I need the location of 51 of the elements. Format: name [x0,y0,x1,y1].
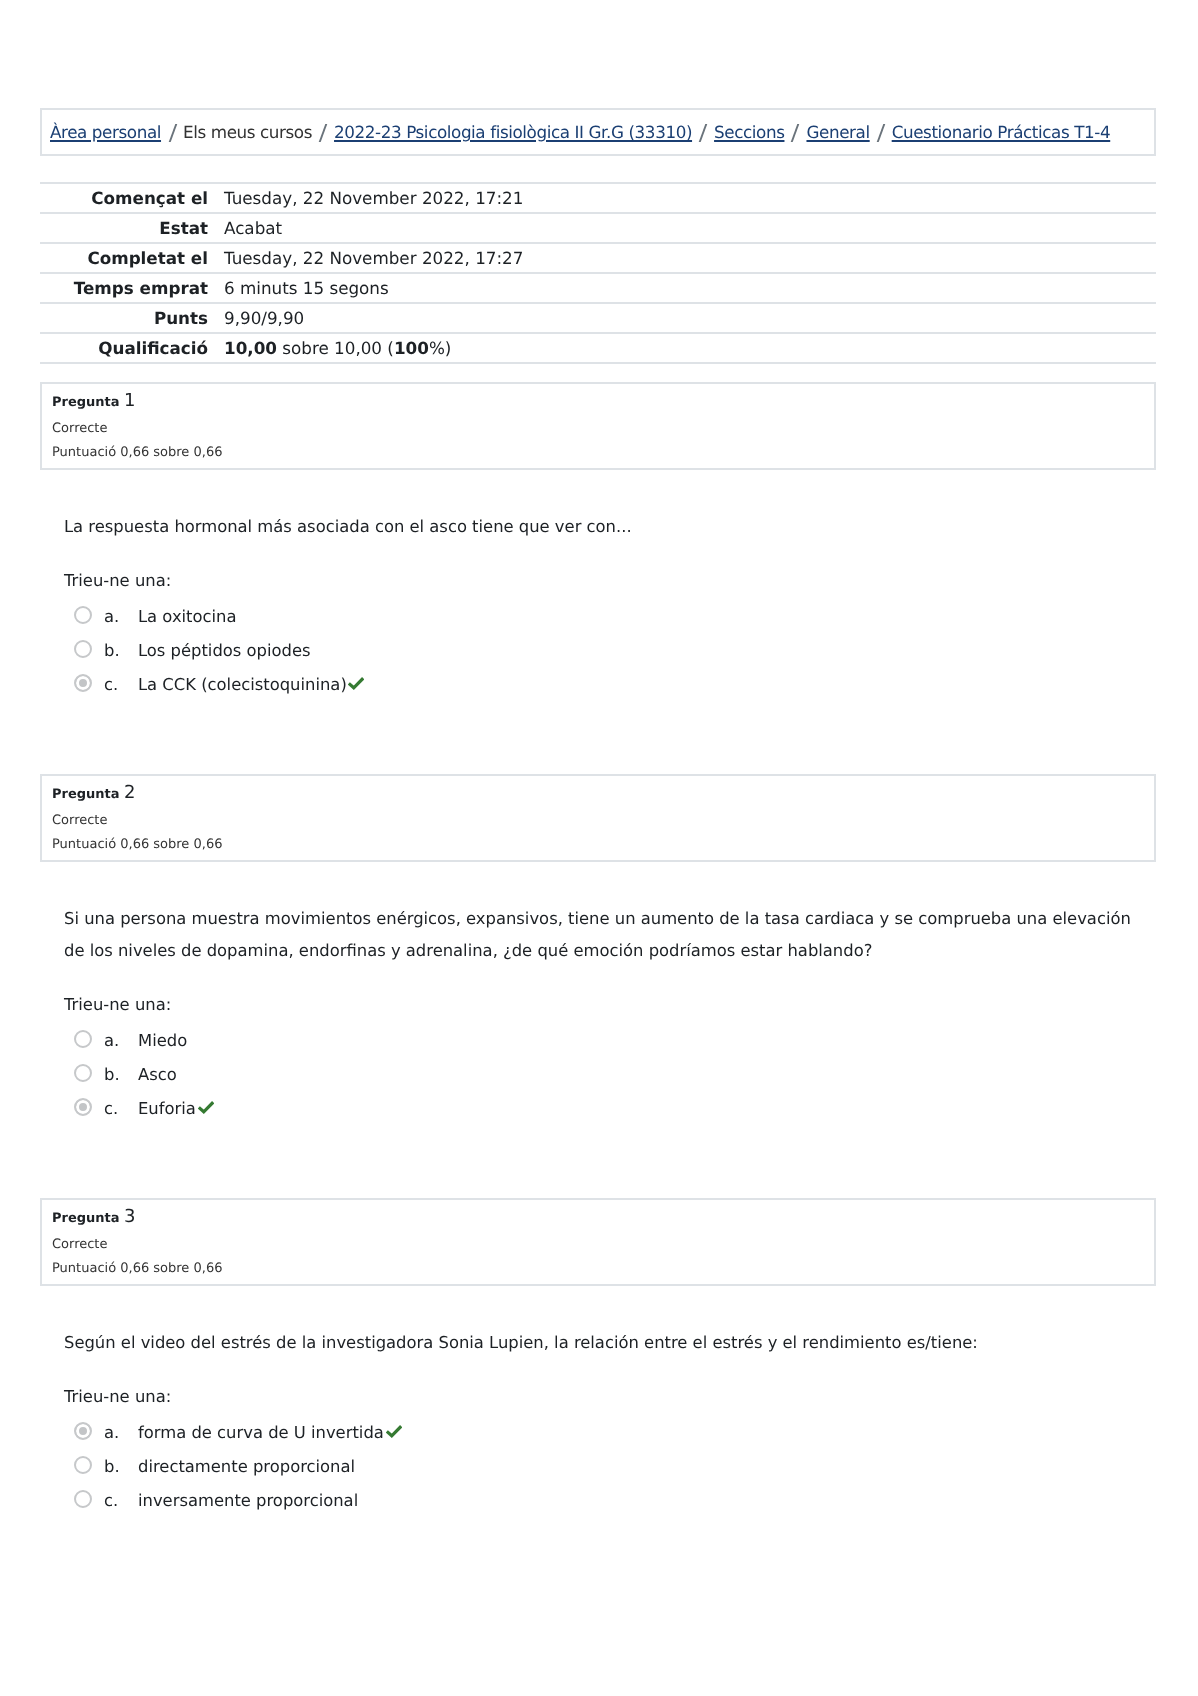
option-letter: a. [104,1421,122,1441]
radio-button[interactable] [74,674,92,692]
option-letter: c. [104,1097,121,1117]
breadcrumb-link[interactable]: 2022-23 Psicologia fisiològica II Gr.G (33310) [334,122,693,142]
summary-label: Qualificació [96,338,210,358]
option-letter: b. [104,639,122,659]
option-label: directamente proporcional [138,1455,356,1475]
summary-value: 10,00 sobre 10,00 (100%) [222,338,452,358]
option-label: forma de curva de U invertida [138,1421,384,1441]
option-label: Los péptidos opiodes [138,639,311,659]
summary-value: Acabat [222,218,283,238]
option-letter: a. [104,605,122,625]
answer-prompt: Trieu-ne una: [64,994,174,1014]
radio-button[interactable] [74,1490,92,1508]
option-label: La oxitocina [138,605,237,625]
radio-button[interactable] [74,1030,92,1048]
breadcrumb-text: Els meus cursos [183,122,313,142]
radio-button[interactable] [74,1064,92,1082]
option-label: inversamente proporcional [138,1489,359,1509]
summary-label: Començat el [89,188,210,208]
option-letter: c. [104,1489,121,1509]
option-letter: c. [104,673,121,693]
breadcrumb-link[interactable]: Cuestionario Prácticas T1-4 [891,122,1111,142]
summary-label: Temps emprat [71,278,210,298]
option-label: Asco [138,1063,177,1083]
radio-button[interactable] [74,1098,92,1116]
option-letter: b. [104,1455,122,1475]
option-letter: b. [104,1063,122,1083]
radio-button[interactable] [74,640,92,658]
answer-prompt: Trieu-ne una: [64,1386,174,1406]
answer-prompt: Trieu-ne una: [64,570,174,590]
summary-value: 9,90/9,90 [222,308,305,328]
radio-button[interactable] [74,606,92,624]
summary-label: Estat [157,218,210,238]
summary-label: Punts [151,308,210,328]
summary-value: Tuesday, 22 November 2022, 17:27 [222,248,524,268]
summary-value: 6 minuts 15 segons [222,278,389,298]
breadcrumb-link[interactable]: Seccions [714,122,785,142]
option-label: Euforia [138,1097,196,1117]
breadcrumb-link[interactable]: General [806,122,870,142]
radio-button[interactable] [74,1422,92,1440]
question-text: La respuesta hormonal más asociada con el asco tiene que ver con... [64,514,634,540]
question-text: Si una persona muestra movimientos enérgicos, expansivos, tiene un aumento de la tasa cardiaca y se comprueba una elevación de los niveles de dopamina, endorfinas y adrenalina, ¿de qué emoción podríamos estar hablando? [64,906,1132,964]
option-letter: a. [104,1029,122,1049]
option-label: Miedo [138,1029,188,1049]
breadcrumb-link[interactable]: Àrea personal [50,122,162,142]
summary-label: Completat el [85,248,210,268]
option-label: La CCK (colecistoquinina) [138,673,347,693]
radio-button[interactable] [74,1456,92,1474]
question-text: Según el video del estrés de la investigadora Sonia Lupien, la relación entre el estrés y el rendimiento es/tiene: [64,1330,980,1356]
summary-value: Tuesday, 22 November 2022, 17:21 [222,188,524,208]
